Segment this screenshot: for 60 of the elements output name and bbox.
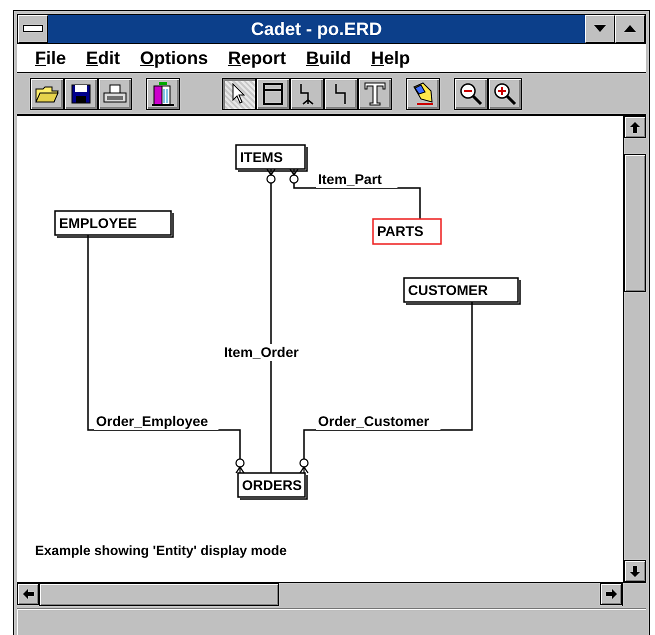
zoom-in-tool-button[interactable] bbox=[488, 78, 522, 110]
printer-icon bbox=[103, 84, 127, 104]
diagram-caption: Example showing 'Entity' display mode bbox=[35, 543, 287, 558]
vertical-scrollbar[interactable] bbox=[623, 116, 646, 582]
entity-box[interactable]: EMPLOYEE bbox=[54, 210, 174, 238]
up-arrow-icon bbox=[630, 122, 640, 132]
scroll-right-button[interactable] bbox=[600, 583, 622, 605]
branch-tool-button[interactable] bbox=[290, 78, 324, 110]
relationship-line[interactable] bbox=[299, 302, 473, 474]
print-tool-button[interactable] bbox=[98, 78, 132, 110]
step-line-icon bbox=[334, 82, 348, 104]
horizontal-scrollbar[interactable] bbox=[17, 583, 622, 606]
maximize-button[interactable] bbox=[615, 15, 645, 43]
window-title: Cadet - po.ERD bbox=[250, 18, 383, 41]
entity-box-icon bbox=[263, 82, 283, 104]
entity-box[interactable]: ITEMS bbox=[235, 144, 308, 172]
zoom-out-icon bbox=[459, 82, 483, 106]
relationship-label: Order_Customer bbox=[318, 413, 430, 429]
zoom-out-tool-button[interactable] bbox=[454, 78, 488, 110]
paint-tool-button[interactable] bbox=[406, 78, 440, 110]
minimize-button[interactable] bbox=[585, 15, 615, 43]
relationship-label: Item_Order bbox=[224, 344, 299, 360]
menu-item[interactable]: Build bbox=[298, 48, 360, 68]
pointer-icon bbox=[231, 82, 247, 104]
select-tool-button[interactable] bbox=[222, 78, 256, 110]
building-icon bbox=[151, 80, 175, 106]
down-triangle-icon bbox=[594, 25, 606, 33]
up-triangle-icon bbox=[624, 25, 636, 33]
scroll-down-button[interactable] bbox=[624, 560, 646, 582]
minus-icon bbox=[23, 25, 43, 33]
menu-item[interactable]: Edit bbox=[78, 48, 128, 68]
text-tool-icon bbox=[364, 82, 386, 106]
paint-hand-icon bbox=[411, 82, 435, 106]
scroll-thumb[interactable] bbox=[39, 583, 279, 606]
text-tool-button[interactable] bbox=[358, 78, 392, 110]
menu-item[interactable]: Report bbox=[220, 48, 294, 68]
right-arrow-icon bbox=[606, 589, 616, 599]
entity-box[interactable]: CUSTOMER bbox=[403, 277, 521, 305]
relationship-line[interactable] bbox=[289, 168, 421, 219]
build-tool-button[interactable] bbox=[146, 78, 180, 110]
relationship-label: Order_Employee bbox=[96, 413, 208, 429]
scroll-thumb[interactable] bbox=[624, 154, 646, 292]
relation-tool-button[interactable] bbox=[324, 78, 358, 110]
forked-line-icon bbox=[298, 82, 316, 104]
left-arrow-icon bbox=[22, 589, 34, 599]
folder-icon bbox=[35, 84, 59, 104]
menu-item[interactable]: Options bbox=[132, 48, 216, 68]
zoom-in-icon bbox=[493, 82, 517, 106]
scroll-left-button[interactable] bbox=[17, 583, 39, 605]
entity-box[interactable]: ORDERS bbox=[237, 472, 308, 500]
menu-item[interactable]: Help bbox=[363, 48, 418, 68]
scroll-up-button[interactable] bbox=[624, 116, 646, 138]
control-menu-button[interactable] bbox=[18, 15, 48, 43]
open-tool-button[interactable] bbox=[30, 78, 64, 110]
entity-tool-button[interactable] bbox=[256, 78, 290, 110]
menu-item[interactable]: File bbox=[27, 48, 74, 68]
relationship-label: Item_Part bbox=[318, 171, 382, 187]
entity-box[interactable]: PARTS bbox=[372, 218, 442, 245]
down-arrow-icon bbox=[630, 566, 640, 576]
save-tool-button[interactable] bbox=[64, 78, 98, 110]
